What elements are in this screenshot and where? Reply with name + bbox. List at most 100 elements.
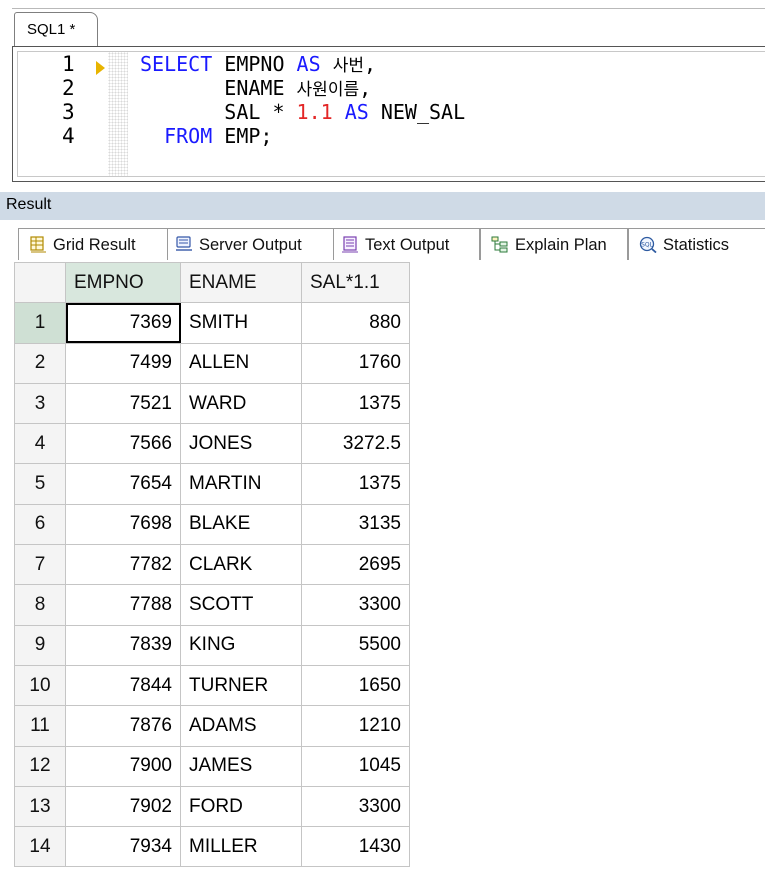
row-number-cell[interactable]: 5 — [14, 463, 66, 505]
sal-cell[interactable]: 1430 — [301, 826, 410, 868]
empno-cell[interactable]: 7698 — [65, 503, 181, 546]
empno-cell[interactable]: 7902 — [65, 785, 181, 828]
tab-server-output-label: Server Output — [199, 236, 302, 254]
grid-body: 1 7369 SMITH 880 2 7499 ALLEN 1760 3 7521 WARD 1375… — [14, 302, 410, 868]
ename-cell[interactable]: SMITH — [180, 302, 302, 344]
sal-cell[interactable]: 1760 — [301, 342, 410, 384]
sal-cell[interactable]: 3272.5 — [301, 423, 410, 465]
tab-grid-result[interactable]: Grid Result — [18, 228, 168, 260]
code-line-3: SAL * 1.1 AS NEW_SAL — [140, 100, 465, 124]
code-token: EMP; — [212, 124, 273, 148]
table-row[interactable]: 3 7521 WARD 1375 — [14, 382, 410, 425]
sal-cell[interactable]: 880 — [301, 302, 410, 344]
ename-cell[interactable]: ALLEN — [180, 342, 302, 384]
row-number-cell[interactable]: 14 — [14, 826, 66, 868]
row-number-cell[interactable]: 2 — [14, 342, 66, 384]
ename-cell[interactable]: BLAKE — [180, 503, 302, 546]
empno-cell[interactable]: 7876 — [65, 705, 181, 747]
table-row[interactable]: 12 7900 JAMES 1045 — [14, 745, 410, 787]
sal-cell[interactable]: 2695 — [301, 544, 410, 586]
ename-cell[interactable]: FORD — [180, 785, 302, 828]
row-number-cell[interactable]: 11 — [14, 705, 66, 747]
row-number-cell[interactable]: 1 — [14, 302, 66, 344]
ename-cell[interactable]: CLARK — [180, 544, 302, 586]
sal-cell[interactable]: 3300 — [301, 584, 410, 626]
code-line-2: ENAME 사원이름, — [140, 76, 371, 102]
sql-editor[interactable]: 1 2 3 4 SELECT EMPNO AS 사번, ENAME 사원이름, … — [12, 46, 765, 182]
table-row[interactable]: 11 7876 ADAMS 1210 — [14, 705, 410, 747]
ename-cell[interactable]: JAMES — [180, 745, 302, 787]
sal-cell[interactable]: 1375 — [301, 463, 410, 505]
row-number-cell[interactable]: 12 — [14, 745, 66, 787]
sal-cell[interactable]: 1375 — [301, 382, 410, 425]
empno-cell[interactable]: 7782 — [65, 544, 181, 586]
code-token: FROM — [164, 124, 213, 148]
line-number: 1 — [62, 52, 75, 76]
code-line-1: SELECT EMPNO AS 사번, — [140, 52, 376, 78]
table-row[interactable]: 6 7698 BLAKE 3135 — [14, 503, 410, 546]
tab-text-output[interactable]: Text Output — [330, 228, 480, 260]
row-number-cell[interactable]: 4 — [14, 423, 66, 465]
ename-cell[interactable]: JONES — [180, 423, 302, 465]
empno-cell[interactable]: 7654 — [65, 463, 181, 505]
grid-corner-cell[interactable] — [14, 261, 66, 304]
table-row[interactable]: 8 7788 SCOTT 3300 — [14, 584, 410, 626]
sql-editor-area: SQL1 * 1 2 3 4 SELECT EMPNO AS 사번, ENAME… — [0, 0, 765, 183]
table-row[interactable]: 14 7934 MILLER 1430 — [14, 826, 410, 868]
ename-cell[interactable]: TURNER — [180, 664, 302, 707]
empno-cell[interactable]: 7521 — [65, 382, 181, 425]
row-number-cell[interactable]: 13 — [14, 785, 66, 828]
code-token: 1.1 — [296, 100, 333, 124]
code-token: ENAME — [140, 76, 297, 100]
sal-cell[interactable]: 1210 — [301, 705, 410, 747]
row-number-cell[interactable]: 7 — [14, 544, 66, 586]
empno-cell[interactable]: 7934 — [65, 826, 181, 868]
table-row[interactable]: 1 7369 SMITH 880 — [14, 302, 410, 344]
sal-cell[interactable]: 5500 — [301, 624, 410, 666]
table-row[interactable]: 4 7566 JONES 3272.5 — [14, 423, 410, 465]
empno-cell[interactable]: 7566 — [65, 423, 181, 465]
line-number: 4 — [62, 124, 75, 148]
code-token: 사원이름 — [296, 80, 360, 100]
row-number-cell[interactable]: 6 — [14, 503, 66, 546]
table-row[interactable]: 5 7654 MARTIN 1375 — [14, 463, 410, 505]
empno-cell[interactable]: 7839 — [65, 624, 181, 666]
ename-cell[interactable]: KING — [180, 624, 302, 666]
column-header-empno[interactable]: EMPNO — [65, 261, 181, 304]
sal-cell[interactable]: 1045 — [301, 745, 410, 787]
ename-cell[interactable]: WARD — [180, 382, 302, 425]
empno-cell[interactable]: 7900 — [65, 745, 181, 787]
table-row[interactable]: 7 7782 CLARK 2695 — [14, 544, 410, 586]
code-token: AS — [344, 100, 369, 124]
column-header-sal[interactable]: SAL*1.1 — [301, 261, 410, 304]
table-row[interactable]: 13 7902 FORD 3300 — [14, 785, 410, 828]
table-row[interactable]: 9 7839 KING 5500 — [14, 624, 410, 666]
sal-cell[interactable]: 3300 — [301, 785, 410, 828]
ename-cell[interactable]: SCOTT — [180, 584, 302, 626]
tab-sql1[interactable]: SQL1 * — [14, 12, 99, 47]
empno-cell[interactable]: 7369 — [65, 302, 181, 344]
empno-cell[interactable]: 7499 — [65, 342, 181, 384]
sql-editor-frame: 1 2 3 4 SELECT EMPNO AS 사번, ENAME 사원이름, … — [17, 51, 765, 177]
ename-cell[interactable]: ADAMS — [180, 705, 302, 747]
column-header-ename[interactable]: ENAME — [180, 261, 302, 304]
row-number-cell[interactable]: 3 — [14, 382, 66, 425]
sal-cell[interactable]: 3135 — [301, 503, 410, 546]
row-number-cell[interactable]: 8 — [14, 584, 66, 626]
table-row[interactable]: 2 7499 ALLEN 1760 — [14, 342, 410, 384]
statistics-icon: SQL — [639, 236, 657, 253]
tab-explain-plan[interactable]: Explain Plan — [480, 228, 628, 260]
grid-result-icon — [30, 236, 46, 253]
tab-statistics[interactable]: SQL Statistics — [628, 228, 765, 260]
tab-server-output[interactable]: Server Output — [164, 228, 334, 260]
empno-cell[interactable]: 7844 — [65, 664, 181, 707]
code-token: NEW_SAL — [368, 100, 466, 124]
sal-cell[interactable]: 1650 — [301, 664, 410, 707]
ename-cell[interactable]: MILLER — [180, 826, 302, 868]
ename-cell[interactable]: MARTIN — [180, 463, 302, 505]
table-row[interactable]: 10 7844 TURNER 1650 — [14, 664, 410, 707]
row-number-cell[interactable]: 9 — [14, 624, 66, 666]
row-number-cell[interactable]: 10 — [14, 664, 66, 707]
line-number-gutter: 1 2 3 4 — [18, 52, 108, 176]
empno-cell[interactable]: 7788 — [65, 584, 181, 626]
